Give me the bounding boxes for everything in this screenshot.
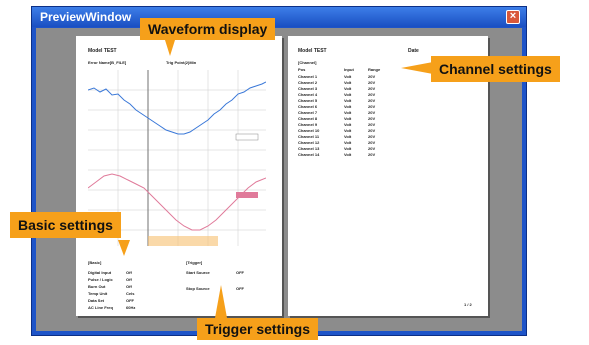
basic-value: Cels: [126, 291, 135, 296]
callout-channel-pointer: [401, 62, 433, 74]
channel-range: 20V: [368, 74, 376, 79]
page1-upper-text: Trig Point(2)Min: [166, 60, 197, 65]
channel-name: Channel 5: [298, 98, 318, 103]
basic-label: Digital Input: [88, 270, 112, 275]
channel-input: Volt: [344, 104, 352, 109]
channel-name: Channel 13: [298, 146, 320, 151]
channel-range: 20V: [368, 80, 376, 85]
basic-label: AC Line Freq: [88, 305, 113, 310]
channel-input: Volt: [344, 140, 352, 145]
channel-input: Volt: [344, 80, 352, 85]
channel-name: Channel 6: [298, 104, 318, 109]
channel-range: 20V: [368, 134, 376, 139]
preview-page-1: Model TEST Error Name[B_FILE] Trig Point…: [76, 36, 282, 316]
basic-value: Off: [126, 270, 132, 275]
channel-input: Volt: [344, 122, 352, 127]
title-bar[interactable]: PreviewWindow ×: [32, 7, 526, 27]
page2-model: Model TEST: [298, 48, 327, 54]
trigger-header: [Trigger]: [186, 260, 203, 265]
basic-header: [Basic]: [88, 260, 102, 265]
basic-value: Off: [126, 284, 132, 289]
channel-name: Channel 11: [298, 134, 320, 139]
channel-name: Channel 1: [298, 74, 318, 79]
callout-trigger-settings: Trigger settings: [197, 318, 319, 340]
channel-name: Channel 14: [298, 152, 320, 157]
page-number: 1 / 2: [464, 302, 472, 307]
basic-value: 60Hz: [126, 305, 136, 310]
channel-name: Channel 10: [298, 128, 320, 133]
callout-channel-settings: Channel settings: [431, 56, 560, 82]
column-header: Range: [368, 67, 381, 72]
callout-basic-pointer: [118, 240, 130, 256]
channel-range: 20V: [368, 146, 376, 151]
window-title: PreviewWindow: [40, 10, 132, 24]
close-button[interactable]: ×: [506, 10, 520, 24]
basic-value: OFF: [126, 298, 134, 303]
channel-name: Channel 3: [298, 86, 318, 91]
callout-basic-settings: Basic settings: [10, 212, 121, 238]
page2-date: Date: [408, 48, 419, 54]
channel-name: Channel 7: [298, 110, 318, 115]
channel-range: 20V: [368, 110, 376, 115]
channel-name: Channel 2: [298, 80, 318, 85]
channel-range: 20V: [368, 140, 376, 145]
channel-name: Channel 12: [298, 140, 320, 145]
basic-label: Data Set: [88, 298, 105, 303]
basic-label: Temp Unit: [88, 291, 108, 296]
channel-input: Volt: [344, 116, 352, 121]
trigger-value: OFF: [236, 270, 244, 275]
channel-input: Volt: [344, 110, 352, 115]
column-header: Pos: [298, 67, 306, 72]
channel-range: 20V: [368, 152, 376, 157]
basic-value: Off: [126, 277, 132, 282]
channel-name: Channel 9: [298, 122, 318, 127]
channel-range: 20V: [368, 86, 376, 91]
channel-input: Volt: [344, 86, 352, 91]
callout-waveform-display: Waveform display: [140, 18, 276, 40]
channel-range: 20V: [368, 98, 376, 103]
channel-input: Volt: [344, 98, 352, 103]
trigger-value: OFF: [236, 286, 244, 291]
channel-name: Channel 4: [298, 92, 318, 97]
trigger-label: Start Source: [186, 270, 210, 275]
channel-range: 20V: [368, 122, 376, 127]
column-header: Input: [344, 67, 354, 72]
trigger-label: Stop Source: [186, 286, 210, 291]
channel-range: 20V: [368, 104, 376, 109]
page1-file: Error Name[B_FILE]: [88, 60, 127, 65]
channel-input: Volt: [344, 128, 352, 133]
channel-input: Volt: [344, 74, 352, 79]
channel-range: 20V: [368, 92, 376, 97]
callout-trigger-pointer: [215, 285, 227, 318]
basic-label: Burn Out: [88, 284, 106, 289]
channel-range: 20V: [368, 116, 376, 121]
channel-name: Channel 8: [298, 116, 318, 121]
close-icon: ×: [509, 10, 517, 22]
channel-range: 20V: [368, 128, 376, 133]
page1-model: Model TEST: [88, 48, 117, 54]
channel-input: Volt: [344, 152, 352, 157]
channel-input: Volt: [344, 146, 352, 151]
callout-waveform-pointer: [165, 40, 175, 56]
channel-input: Volt: [344, 134, 352, 139]
basic-label: Pulse / Logic: [88, 277, 113, 282]
channel-header: [Channel]: [298, 60, 317, 65]
channel-input: Volt: [344, 92, 352, 97]
